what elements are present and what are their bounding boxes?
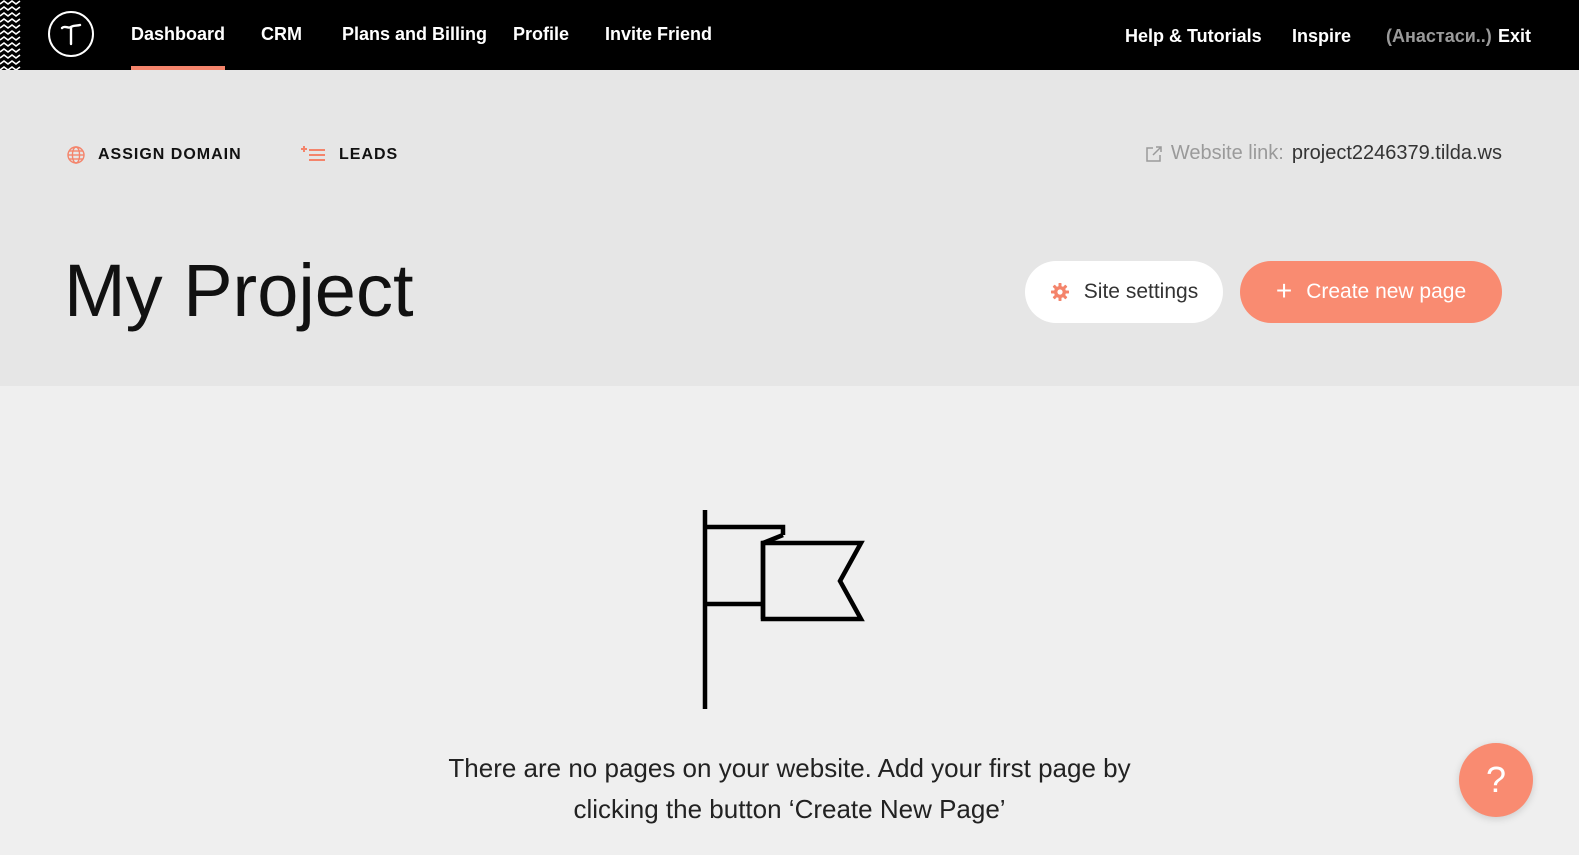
- website-link-label: Website link:: [1170, 142, 1284, 164]
- assign-domain-link[interactable]: ASSIGN DOMAIN: [66, 145, 242, 165]
- empty-state-line-2: clicking the button ‘Create New Page’: [573, 794, 1006, 824]
- create-new-page-button[interactable]: + Create new page: [1240, 261, 1502, 323]
- tilda-logo[interactable]: [48, 11, 94, 57]
- website-url[interactable]: project2246379.tilda.ws: [1292, 142, 1502, 165]
- gear-icon: [1050, 283, 1069, 301]
- nav-help-tutorials[interactable]: Help & Tutorials: [1125, 0, 1262, 70]
- nav-dashboard[interactable]: Dashboard: [131, 0, 226, 70]
- tilda-t-logo-icon: [60, 23, 82, 46]
- plus-icon: +: [1275, 274, 1293, 306]
- globe-icon: [67, 146, 85, 164]
- question-icon: ?: [1485, 759, 1507, 800]
- project-title: My Project: [64, 249, 414, 332]
- nav-exit[interactable]: Exit: [1498, 0, 1531, 70]
- nav-crm[interactable]: CRM: [261, 0, 302, 70]
- nav-inspire[interactable]: Inspire: [1292, 0, 1351, 70]
- leads-link[interactable]: LEADS: [300, 145, 398, 165]
- empty-state-message: There are no pages on your website. Add …: [0, 748, 1579, 830]
- external-link-icon: [1146, 145, 1162, 162]
- assign-domain-label: ASSIGN DOMAIN: [98, 146, 242, 163]
- nav-plans-billing[interactable]: Plans and Billing: [342, 0, 487, 70]
- website-link: Website link: project2246379.tilda.ws: [1145, 142, 1502, 165]
- leads-label: LEADS: [339, 146, 399, 163]
- nav-profile[interactable]: Profile: [513, 0, 569, 70]
- create-new-page-label: Create new page: [1306, 280, 1467, 303]
- empty-state-line-1: There are no pages on your website. Add …: [448, 753, 1131, 783]
- top-navigation-bar: Dashboard CRM Plans and Billing Profile …: [0, 0, 1579, 70]
- site-settings-button[interactable]: Site settings: [1025, 261, 1223, 323]
- help-chat-button[interactable]: ?: [1459, 743, 1533, 817]
- nav-invite-friend[interactable]: Invite Friend: [605, 0, 712, 70]
- project-header: ASSIGN DOMAIN LEADS Website link: projec…: [0, 70, 1579, 386]
- zigzag-pattern: [0, 0, 21, 70]
- flag-icon: [702, 510, 865, 709]
- add-list-icon: [301, 146, 325, 161]
- user-name[interactable]: (Анастаси..): [1386, 0, 1492, 70]
- site-settings-label: Site settings: [1083, 280, 1199, 303]
